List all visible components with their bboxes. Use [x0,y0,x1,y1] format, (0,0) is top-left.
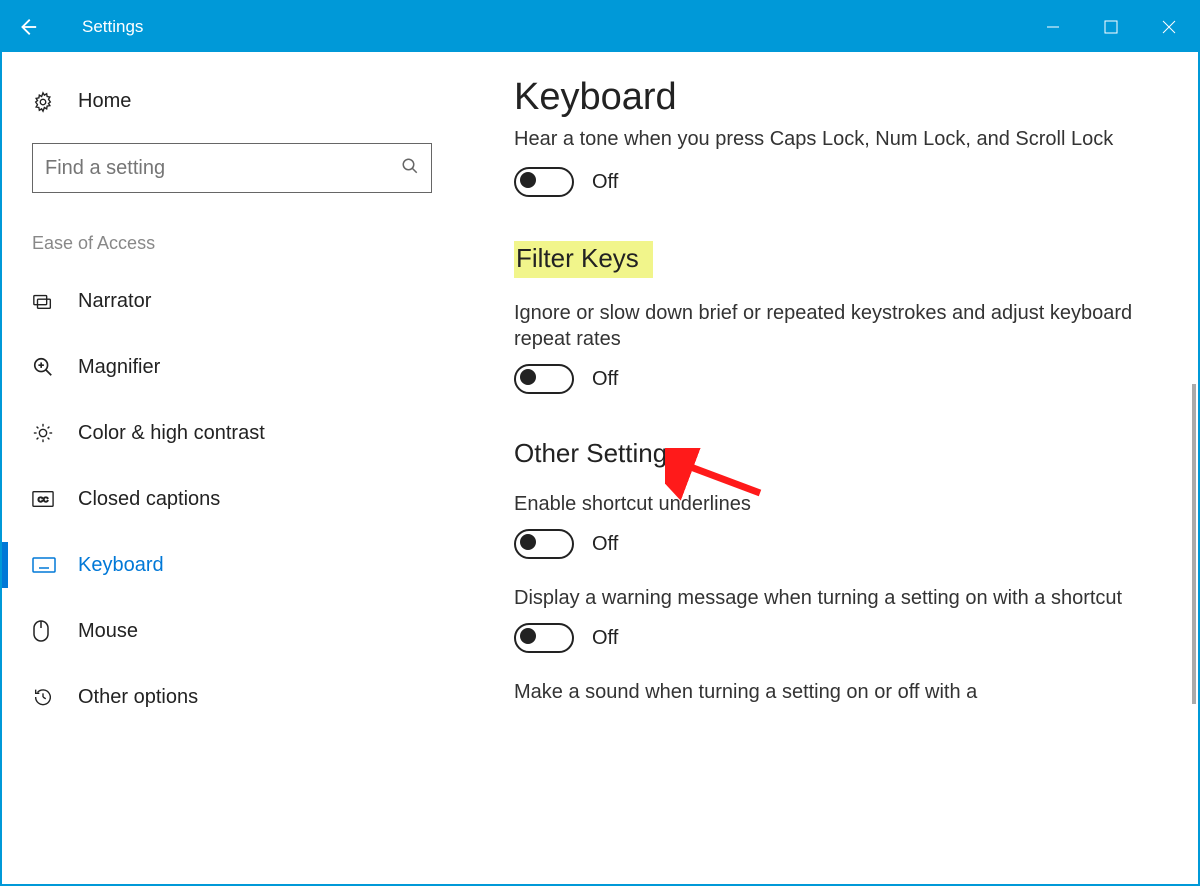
sidebar-item-other-options[interactable]: Other options [2,664,462,730]
warning-toggle[interactable] [514,623,574,653]
sidebar-item-label: Keyboard [78,554,164,577]
keyboard-icon [32,557,78,573]
svg-text:CC: CC [38,495,49,504]
sidebar-item-magnifier[interactable]: Magnifier [2,334,462,400]
scrollbar-thumb[interactable] [1192,384,1196,704]
filter-keys-description: Ignore or slow down brief or repeated ke… [514,300,1148,352]
sidebar-item-label: Narrator [78,290,151,313]
sound-description: Make a sound when turning a setting on o… [514,679,1148,705]
search-input[interactable] [45,157,401,180]
main-panel: Keyboard Hear a tone when you press Caps… [462,52,1198,884]
minimize-button[interactable] [1024,2,1082,52]
warning-description: Display a warning message when turning a… [514,585,1148,611]
tone-toggle[interactable] [514,167,574,197]
filter-keys-toggle[interactable] [514,364,574,394]
clock-arrow-icon [32,686,78,708]
sidebar-item-color-contrast[interactable]: Color & high contrast [2,400,462,466]
underlines-toggle-state: Off [592,533,618,556]
sidebar-item-label: Mouse [78,620,138,643]
sidebar-item-narrator[interactable]: Narrator [2,268,462,334]
filter-keys-heading-text: Filter Keys [514,241,653,278]
cc-icon: CC [32,490,78,508]
sidebar-item-label: Magnifier [78,356,160,379]
sidebar: Home Ease of Access Narrator [2,52,462,884]
other-settings-heading: Other Settings [514,438,1148,469]
tone-toggle-state: Off [592,171,618,194]
magnifier-icon [32,356,78,378]
sidebar-item-closed-captions[interactable]: CC Closed captions [2,466,462,532]
underlines-description: Enable shortcut underlines [514,491,1148,517]
window-title: Settings [82,17,143,37]
sidebar-item-label: Other options [78,686,198,709]
gear-icon [32,91,78,113]
sidebar-item-keyboard[interactable]: Keyboard [2,532,462,598]
back-button[interactable] [2,2,52,52]
filter-keys-heading: Filter Keys [514,241,1148,278]
maximize-button[interactable] [1082,2,1140,52]
tone-description: Hear a tone when you press Caps Lock, Nu… [514,126,1148,152]
brightness-icon [32,422,78,444]
sidebar-item-mouse[interactable]: Mouse [2,598,462,664]
title-bar: Settings [2,2,1198,52]
warning-toggle-state: Off [592,627,618,650]
narrator-icon [32,290,78,312]
window-controls [1024,2,1198,52]
sidebar-home[interactable]: Home [2,82,462,121]
sidebar-section-label: Ease of Access [32,233,432,254]
sidebar-home-label: Home [78,90,131,113]
page-title: Keyboard [514,76,1148,119]
close-button[interactable] [1140,2,1198,52]
filter-keys-toggle-state: Off [592,368,618,391]
underlines-toggle[interactable] [514,529,574,559]
sidebar-item-label: Color & high contrast [78,422,265,445]
sidebar-item-label: Closed captions [78,488,220,511]
search-box[interactable] [32,143,432,193]
mouse-icon [32,619,78,643]
search-icon [401,157,419,180]
